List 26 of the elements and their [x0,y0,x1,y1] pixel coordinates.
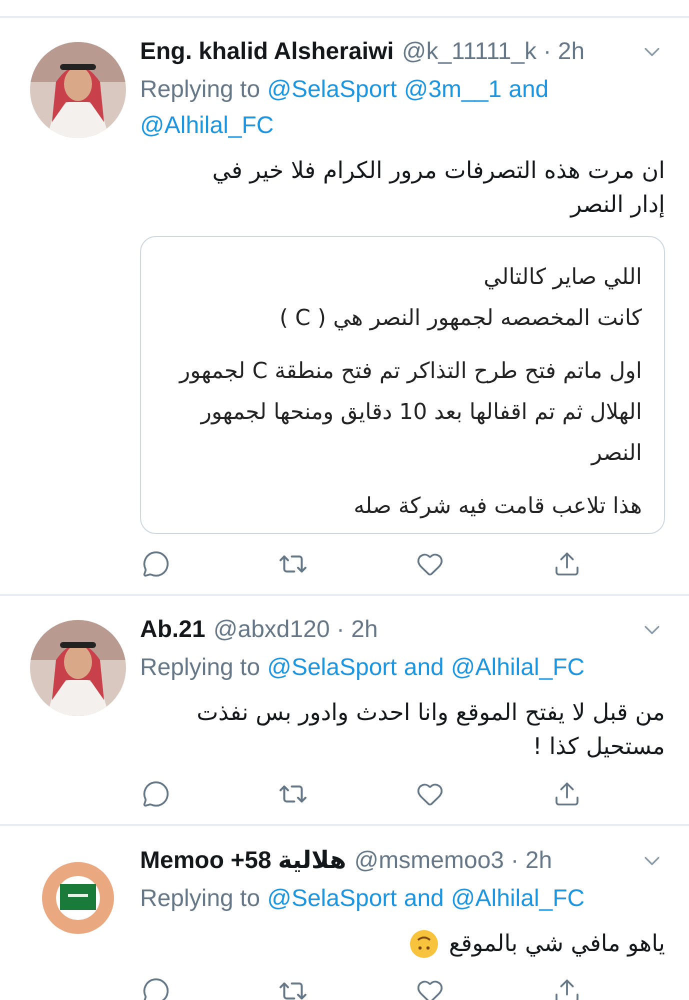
replying-to-label: Replying to [140,75,260,105]
card-text: هذا تلاعب قامت فيه شركة صله [352,493,642,521]
mention-link[interactable]: @SelaSport [267,881,397,917]
image-card[interactable]: اللي صاير كالتالي كانت المخصصه لجمهور النصر هي ( C ) اول ماتم فتح طرح التذاكر تم فتح منطقة C لجمهور الهلال ثم تم اقفالها بعد 10 دقايق ومنحها لجمهور النصر هذا تلاعب قامت فيه شركة صله [140,236,665,534]
mention-link[interactable]: @SelaSport [267,650,397,686]
user-name[interactable]: Eng. khalid Alsheraiwi [140,38,394,66]
user-name[interactable]: Memoo +58 هلالية [140,846,346,875]
tweet-text: ياهو مافي شي بالموقع [448,930,665,959]
joiner-text: and [508,75,549,105]
tweet-text: ان مرت هذه التصرفات مرور الكرام فلا خير في إدار النصر [211,157,665,220]
mention-link[interactable]: @3m__1 [404,72,502,108]
joiner-text: and [404,653,444,683]
mention-link[interactable]: @SelaSport [267,72,397,108]
user-handle-and-time: @k_11111_k · 2h [402,38,585,66]
user-handle-and-time: @msmemoo3 · 2h [354,846,552,874]
mention-link[interactable]: @Alhilal_FC [140,108,274,144]
user-handle-and-time: @abxd120 · 2h [213,616,378,644]
tweet-text: من قبل لا يفتح الموقع وانا احدث وادور بس نفذت مستحيل كذا ! [196,699,665,762]
mention-link[interactable]: @Alhilal_FC [450,881,585,917]
mention-link[interactable]: @Alhilal_FC [450,650,585,686]
replying-to-label: Replying to [140,884,260,914]
joiner-text: and [404,884,444,914]
card-text: اللي صاير كالتالي كانت المخصصه لجمهور النصر هي ( C ) [278,264,642,333]
user-name[interactable]: Ab.21 [140,616,206,644]
replying-to-label: Replying to [140,653,260,683]
card-text: اول ماتم فتح طرح التذاكر تم فتح منطقة C لجمهور الهلال ثم تم اقفالها بعد 10 دقايق ومنحها لجمهور النصر [178,358,642,468]
